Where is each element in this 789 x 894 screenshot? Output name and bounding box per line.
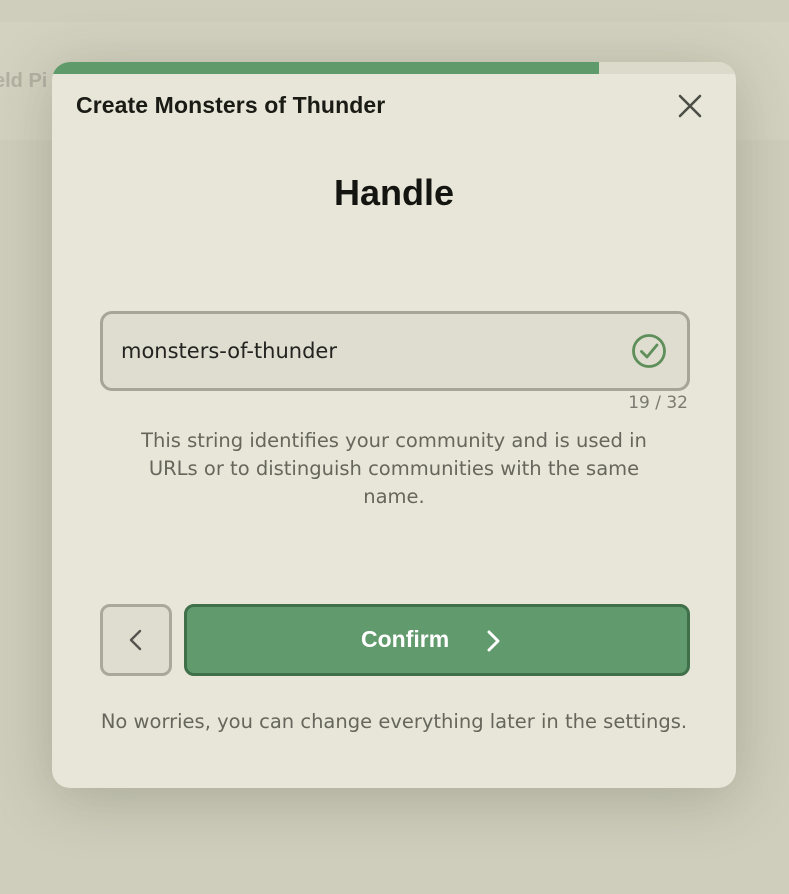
progress-bar — [52, 62, 736, 74]
create-community-dialog: Create Monsters of Thunder Handle 19 / 3… — [52, 62, 736, 788]
confirm-button[interactable]: Confirm — [184, 604, 690, 676]
back-button[interactable] — [100, 604, 172, 676]
handle-help-text: This string identifies your community an… — [141, 429, 647, 508]
character-counter: 19 / 32 — [628, 393, 688, 413]
handle-input[interactable] — [121, 314, 611, 388]
footer-note: No worries, you can change everything la… — [100, 710, 688, 733]
chevron-left-icon — [129, 629, 142, 651]
close-button[interactable] — [674, 90, 706, 122]
step-heading: Handle — [333, 172, 455, 213]
dialog-title: Create Monsters of Thunder — [76, 92, 386, 118]
confirm-button-label: Confirm — [361, 626, 450, 652]
background-title-fragment: eld Pi — [0, 70, 48, 92]
progress-bar-fill — [52, 62, 600, 74]
check-circle-icon — [632, 334, 666, 368]
chevron-right-icon — [487, 630, 500, 652]
handle-input-wrapper[interactable] — [100, 311, 690, 391]
close-icon — [678, 94, 702, 118]
